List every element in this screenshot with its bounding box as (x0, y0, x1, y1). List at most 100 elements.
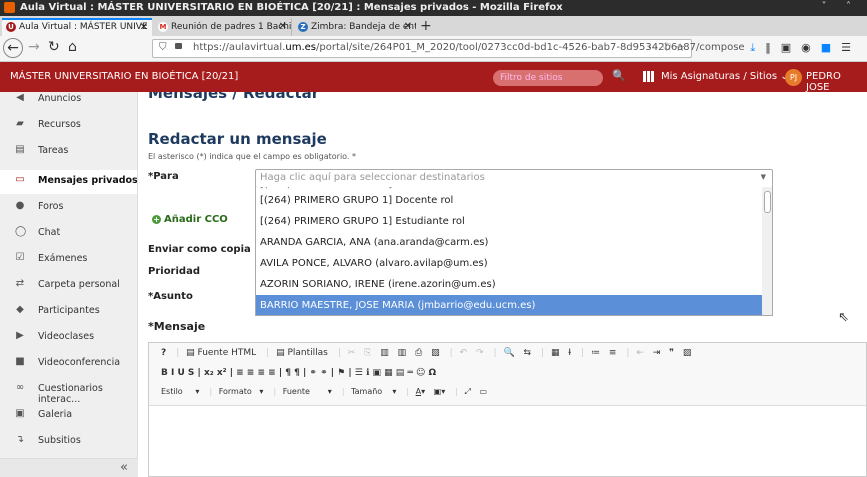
text-color-icon[interactable]: A▾ (416, 387, 426, 396)
library-icon[interactable]: ‖ (765, 41, 781, 54)
size-select[interactable]: Tamaño ▾ (351, 387, 396, 396)
bulleted-list-icon[interactable]: ≡ (609, 348, 617, 358)
paste-text-icon[interactable]: ▥ (398, 348, 407, 358)
tab-zimbra[interactable]: ZZimbra: Bandeja de entrada |✕ (294, 18, 416, 36)
checkbox-icon: ☑ (15, 252, 25, 263)
sidebar-item-anuncios[interactable]: ◀ Anuncios (0, 92, 137, 112)
style-select[interactable]: Estilo ▾ (161, 387, 199, 396)
forward-button[interactable]: → (28, 39, 40, 55)
collapse-sidebar-button[interactable]: « (0, 458, 138, 477)
home-button[interactable]: ⌂ (68, 39, 77, 55)
source-html-button[interactable]: ▤ Fuente HTML (186, 348, 256, 358)
recipient-option[interactable]: AZORIN SORIANO, IRENE (irene.azorin@um.e… (256, 274, 763, 295)
recipient-option[interactable]: AVILA PONCE, ALVARO (alvaro.avilap@um.es… (256, 253, 763, 274)
download-icon[interactable]: ⤓ (750, 41, 765, 54)
new-tab-button[interactable]: + (420, 18, 432, 34)
paste-icon[interactable]: ▥ (380, 348, 389, 358)
close-icon[interactable]: ✕ (140, 20, 148, 35)
add-cco-link[interactable]: + Añadir CCO (152, 214, 228, 225)
font-select[interactable]: Fuente ▾ (283, 387, 332, 396)
window-controls[interactable]: ˅ ˄ (822, 1, 859, 12)
sidebar-toggle-icon[interactable]: ▣ (781, 41, 801, 54)
recipient-option[interactable]: [(264) PRIMERO GRUPO 1] Docente rol (256, 190, 763, 211)
recipients-dropdown[interactable]: [(264) PRIMERO GRUPO 1] ... [(264) PRIME… (255, 187, 773, 316)
site-title[interactable]: MÁSTER UNIVERSITARIO EN BIOÉTICA [20/21] (10, 71, 238, 82)
mouse-pointer: ⇖ (838, 310, 849, 325)
sidebar-item-videoconferencia[interactable]: ■ Videoconferencia (0, 352, 137, 376)
scrollbar-thumb[interactable] (764, 191, 771, 213)
editor-toolbar: ? | ▤ Fuente HTML | ▤ Plantillas | ✂ ⎘ ▥ ▥ … (149, 343, 866, 406)
breadcrumb: Mensajes / Redactar (148, 92, 320, 102)
editor-toolbar-row-2[interactable]: B I U S | x₂ x² | ≡ ≡ ≡ ≡ | ¶ ¶ | ⚭ ⚭ | … (161, 368, 436, 378)
extension-icon[interactable]: ■ (821, 41, 841, 54)
outdent-icon[interactable]: ⇤ (636, 348, 644, 358)
sidebar-item-videoclases[interactable]: ▶ Videoclases (0, 326, 137, 350)
spellcheck-icon[interactable]: ▧ (431, 348, 440, 358)
close-icon[interactable]: ✕ (404, 18, 412, 36)
replace-icon[interactable]: ⇆ (524, 348, 532, 358)
redo-icon[interactable]: ↷ (476, 348, 484, 358)
sidebar-item-participantes[interactable]: ◆ Participantes (0, 300, 137, 324)
recipient-option[interactable]: [(264) PRIMERO GRUPO 1] Estudiante rol (256, 211, 763, 232)
maximize-icon[interactable]: ⤢ (465, 387, 471, 397)
tab-gmail[interactable]: M Reunión de padres 1 Bachille ✕ (154, 18, 292, 36)
sidebar-item-subsitios[interactable]: ↴ Subsitios (0, 430, 137, 454)
account-icon[interactable]: ◉ (801, 41, 821, 54)
sidebar-item-mensajes-privados[interactable]: ▭ Mensajes privados (0, 170, 137, 194)
shield-icon: ⛉ (159, 42, 167, 53)
chevron-down-icon: ▼ (760, 173, 766, 181)
remove-format-icon[interactable]: Ɨ (568, 348, 571, 358)
sidebar-item-foros[interactable]: ● Foros (0, 196, 137, 220)
avatar[interactable]: PJ (785, 69, 802, 86)
undo-icon[interactable]: ↶ (460, 348, 468, 358)
dropdown-scrollbar[interactable] (762, 187, 772, 315)
close-icon[interactable]: ✕ (279, 18, 287, 36)
lock-icon (175, 43, 182, 49)
reload-button[interactable]: ↻ (48, 39, 60, 55)
indent-icon[interactable]: ⇥ (653, 348, 661, 358)
sidebar-item-tareas[interactable]: ▤ Tareas (0, 140, 137, 164)
sidebar-item-carpeta-personal[interactable]: ⇄ Carpeta personal (0, 274, 137, 298)
search-icon[interactable]: 🔍 (612, 69, 626, 82)
print-icon[interactable]: ⎙ (415, 348, 422, 358)
message-editor[interactable]: ? | ▤ Fuente HTML | ▤ Plantillas | ✂ ⎘ ▥ ▥ … (148, 342, 867, 477)
format-select[interactable]: Formato ▾ (219, 387, 264, 396)
background-color-icon[interactable]: ▣▾ (434, 387, 446, 396)
sidebar-item-chat[interactable]: ◯ Chat (0, 222, 137, 246)
my-courses-button[interactable]: Mis Asignaturas / Sitios ⌄ (661, 71, 789, 82)
document-icon: ▤ (15, 144, 25, 155)
sidebar-item-cuestionarios[interactable]: ∞ Cuestionarios interac... (0, 378, 137, 406)
menu-icon[interactable]: ☰ (841, 41, 861, 54)
select-all-icon[interactable]: ▦ (551, 348, 560, 358)
find-icon[interactable]: 🔍 (503, 348, 514, 358)
page-actions[interactable]: ··· ♡ ☆ (648, 41, 685, 54)
show-blocks-icon[interactable]: ▭ (479, 387, 487, 396)
double-chevron-left-icon: « (120, 460, 128, 475)
tab-label: Zimbra: Bandeja de entrada | (311, 22, 416, 32)
recipients-select[interactable]: Haga clic aquí para seleccionar destinat… (255, 169, 773, 188)
sidebar-item-galeria[interactable]: ▣ Galeria (0, 404, 137, 428)
numbered-list-icon[interactable]: ≔ (591, 348, 600, 358)
recipient-option-highlighted[interactable]: BARRIO MAESTRE, JOSE MARIA (jmbarrio@edu… (256, 295, 763, 315)
copy-icon[interactable]: ⎘ (364, 348, 371, 358)
toolbar-icons[interactable]: ⤓‖▣◉■☰ (750, 41, 861, 55)
blockquote-icon[interactable]: ❞ (669, 348, 674, 358)
message-icon: ▭ (15, 174, 25, 185)
grid-icon[interactable] (643, 71, 655, 82)
tab-aula-virtual[interactable]: U Aula Virtual : MÁSTER UNIVE ✕ (2, 18, 152, 36)
back-button[interactable]: ← (3, 38, 23, 58)
gmail-icon: M (158, 21, 168, 32)
user-name[interactable]: PEDRO JOSE (806, 71, 867, 93)
cut-icon[interactable]: ✂ (348, 348, 356, 358)
templates-button[interactable]: ▤ Plantillas (276, 348, 328, 358)
div-icon[interactable]: ▨ (683, 348, 692, 358)
sidebar-item-recursos[interactable]: ▰ Recursos (0, 114, 137, 138)
plus-icon: + (152, 215, 161, 224)
help-icon[interactable]: ? (161, 348, 166, 358)
recipient-option[interactable]: ARANDA GARCIA, ANA (ana.aranda@carm.es) (256, 232, 763, 253)
editor-toolbar-row-3: Estilo ▾ | Formato ▾ | Fuente ▾ | Tamaño ▾ |… (161, 387, 488, 397)
site-filter-input[interactable]: Filtro de sitios (493, 70, 603, 86)
sidebar-item-examenes[interactable]: ☑ Exámenes (0, 248, 137, 272)
um-icon: U (6, 21, 16, 32)
url-bar[interactable]: ⛉ https://aulavirtual.um.es/portal/site/… (152, 39, 745, 58)
